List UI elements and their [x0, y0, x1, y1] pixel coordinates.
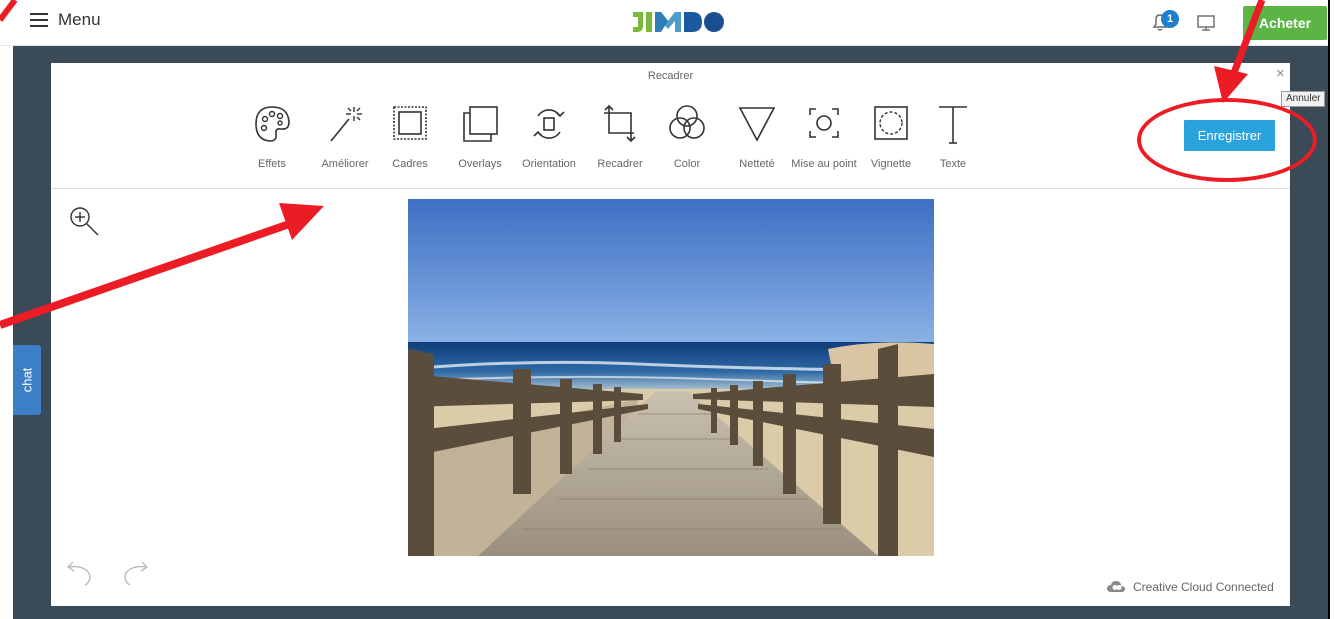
editor-photo[interactable]	[408, 199, 934, 556]
buy-button[interactable]: Acheter	[1243, 6, 1327, 40]
top-bar: Menu 1 Acheter	[0, 0, 1337, 46]
undo-icon[interactable]	[63, 559, 95, 587]
tool-text[interactable]: Texte	[920, 103, 986, 175]
rotate-icon	[533, 109, 565, 139]
tool-frames[interactable]: Cadres	[377, 103, 443, 175]
close-icon[interactable]: ×	[1276, 65, 1285, 82]
redo-icon[interactable]	[120, 559, 152, 587]
magic-wand-icon	[330, 107, 362, 142]
menu-button[interactable]: Menu	[30, 10, 101, 30]
tool-overlays[interactable]: Overlays	[447, 103, 513, 175]
cancel-tooltip: Annuler	[1281, 91, 1326, 107]
tool-bar: Effets Améliorer Cadres Overlays Orienta…	[51, 103, 1290, 175]
jimdo-logo[interactable]	[631, 9, 726, 35]
text-icon	[939, 106, 967, 144]
creative-cloud-status: Creative Cloud Connected	[1107, 580, 1274, 594]
frame-icon	[393, 106, 427, 140]
chat-tab[interactable]: chat	[13, 345, 41, 415]
tool-orientation[interactable]: Orientation	[516, 103, 582, 175]
hamburger-icon	[30, 13, 48, 27]
chat-label: chat	[19, 367, 35, 393]
editor-title: Recadrer	[647, 70, 694, 82]
zoom-in-icon[interactable]	[68, 205, 102, 239]
toolbar-divider	[51, 188, 1290, 189]
crop-icon	[604, 104, 636, 143]
tool-label: Texte	[939, 158, 967, 170]
vignette-icon	[874, 106, 908, 140]
overlays-icon	[463, 106, 498, 142]
color-circles-icon	[669, 105, 705, 139]
tool-color[interactable]: Color	[654, 103, 720, 175]
tool-effects[interactable]: Effets	[239, 103, 305, 175]
creative-cloud-icon	[1107, 581, 1125, 592]
palette-icon	[255, 106, 290, 142]
menu-label: Menu	[58, 10, 101, 29]
sharpness-triangle-icon	[738, 107, 776, 142]
monitor-icon[interactable]	[1196, 13, 1216, 33]
screen: Menu 1 Acheter Recadrer × Effets Amélior…	[0, 0, 1337, 619]
annotation-ellipse	[1137, 98, 1317, 182]
creative-cloud-label: Creative Cloud Connected	[1133, 580, 1274, 594]
image-editor: Recadrer × Effets Améliorer Cadres Overl…	[51, 63, 1290, 606]
focus-icon	[809, 108, 839, 138]
notification-badge[interactable]: 1	[1161, 10, 1179, 28]
window-edge	[1328, 0, 1337, 619]
beach-boardwalk-image	[408, 199, 934, 556]
